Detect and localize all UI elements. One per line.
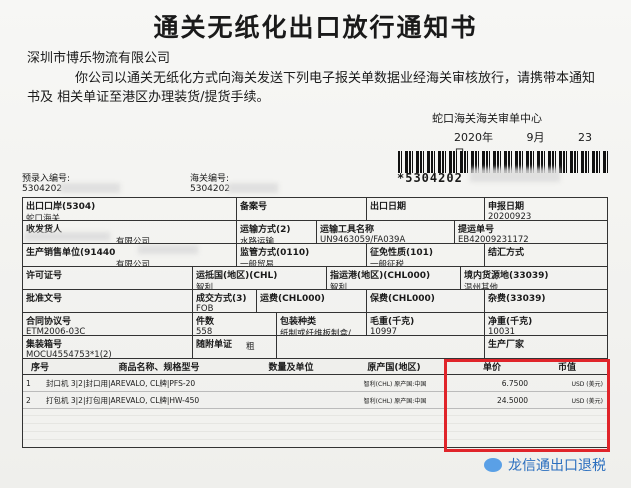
table-cell: 生产厂家 bbox=[488, 340, 525, 350]
table-cell bbox=[277, 336, 485, 358]
table-row: 合同协议号 ETM2006-03C 件数 558 包装种类 纸制或纤维板制盒/ 毛重(… bbox=[23, 313, 607, 336]
date-month: 9月 bbox=[526, 131, 545, 144]
header-origin: 原产国(地区) bbox=[367, 363, 421, 373]
table-cell: 指运港(地区)(CHL000) 智利 bbox=[327, 267, 461, 289]
table-cell: 保费(CHL000) bbox=[367, 290, 485, 312]
table-row: 生产销售单位(91440 有限公司 监管方式(0110) 一般贸易 征免性质(101… bbox=[23, 244, 607, 267]
table-row: 批准文号 成交方式(3) FOB 运费(CHL000) 保费(CHL000) 杂费… bbox=[23, 290, 607, 313]
table-cell: 杂费(33039) bbox=[488, 294, 546, 304]
table-cell: 随附单证粗 bbox=[193, 336, 277, 358]
watermark: 龙信通出口退税 bbox=[484, 455, 606, 475]
redacted-area bbox=[228, 183, 278, 193]
watermark-text: 龙信通出口退税 bbox=[508, 458, 606, 474]
table-cell: 件数 558 bbox=[193, 313, 277, 335]
table-cell: 集装箱号 MOCU4554753*1(2) bbox=[23, 336, 193, 358]
table-row: 集装箱号 MOCU4554753*1(2) 随附单证粗 生产厂家 bbox=[23, 336, 607, 359]
date-year: 2020年 bbox=[454, 131, 493, 144]
company-name: 深圳市博乐物流有限公司 bbox=[27, 51, 171, 66]
header-no: 序号 bbox=[31, 363, 50, 373]
notice-paragraph: 你公司以通关无纸化方式向海关发送下列电子报关单数据业经海关审核放行，请携带本通知… bbox=[27, 71, 596, 105]
table-cell: 许可证号 bbox=[23, 267, 193, 289]
customs-no-value: 5304202 bbox=[190, 184, 231, 194]
table-cell: 运输方式(2) 水路运输 bbox=[237, 221, 317, 243]
table-cell: 毛重(千克) 10997 bbox=[367, 313, 485, 335]
table-cell: 征免性质(101) 一般征税 bbox=[367, 244, 485, 266]
redacted-area bbox=[60, 183, 120, 193]
table-cell: 申报日期 20200923 bbox=[488, 202, 532, 220]
customs-no-label: 海关编号: bbox=[190, 174, 230, 184]
table-cell: 成交方式(3) FOB bbox=[193, 290, 257, 312]
table-cell: 出口日期 bbox=[367, 198, 485, 220]
table-cell: 出口口岸(5304) 蛇口海关 bbox=[23, 198, 237, 220]
table-cell: 运抵国(地区)(CHL) 智利 bbox=[193, 267, 327, 289]
barcode-number: *5304202 bbox=[397, 171, 463, 185]
wechat-icon bbox=[484, 458, 502, 472]
table-cell: 生产销售单位(91440 有限公司 bbox=[23, 244, 237, 266]
highlight-box bbox=[444, 359, 610, 452]
table-cell: 运输工具名称 UN9463059/FA039A bbox=[317, 221, 455, 243]
table-row: 收发货人 有限公司 运输方式(2) 水路运输 运输工具名称 UN9463059/FA0… bbox=[23, 221, 607, 244]
table-cell: 监管方式(0110) 一般贸易 bbox=[237, 244, 367, 266]
customs-number: 海关编号: 5304202 bbox=[190, 174, 230, 194]
table-cell: 合同协议号 ETM2006-03C bbox=[23, 313, 193, 335]
table-cell: 包装种类 纸制或纤维板制盒/ bbox=[277, 313, 367, 335]
header-qty: 数量及单位 bbox=[268, 363, 314, 373]
customs-center: 蛇口海关海关审单中心 bbox=[432, 112, 542, 125]
redacted-area bbox=[470, 168, 560, 182]
release-notice-document: 通关无纸化出口放行通知书 深圳市博乐物流有限公司 你公司以通关无纸化方式向海关发… bbox=[0, 0, 631, 488]
table-cell: 运费(CHL000) bbox=[257, 290, 367, 312]
table-cell: 批准文号 bbox=[23, 290, 193, 312]
table-cell: 净重(千克) 10031 bbox=[488, 317, 533, 335]
table-cell: 提运单号 EB42009231172 bbox=[458, 225, 529, 243]
table-row: 许可证号 运抵国(地区)(CHL) 智利 指运港(地区)(CHL000) 智利 境内… bbox=[23, 267, 607, 290]
table-cell: 境内货源地(33039) 温州其他 bbox=[464, 271, 549, 289]
header-name: 商品名称、规格型号 bbox=[118, 363, 200, 373]
document-title: 通关无纸化出口放行通知书 bbox=[153, 13, 478, 42]
table-cell: 备案号 bbox=[237, 198, 367, 220]
table-cell: 收发货人 有限公司 bbox=[23, 221, 237, 243]
table-cell: 结汇方式 bbox=[488, 248, 525, 258]
table-row: 出口口岸(5304) 蛇口海关 备案号 出口日期 申报日期 20200923 bbox=[23, 198, 607, 221]
